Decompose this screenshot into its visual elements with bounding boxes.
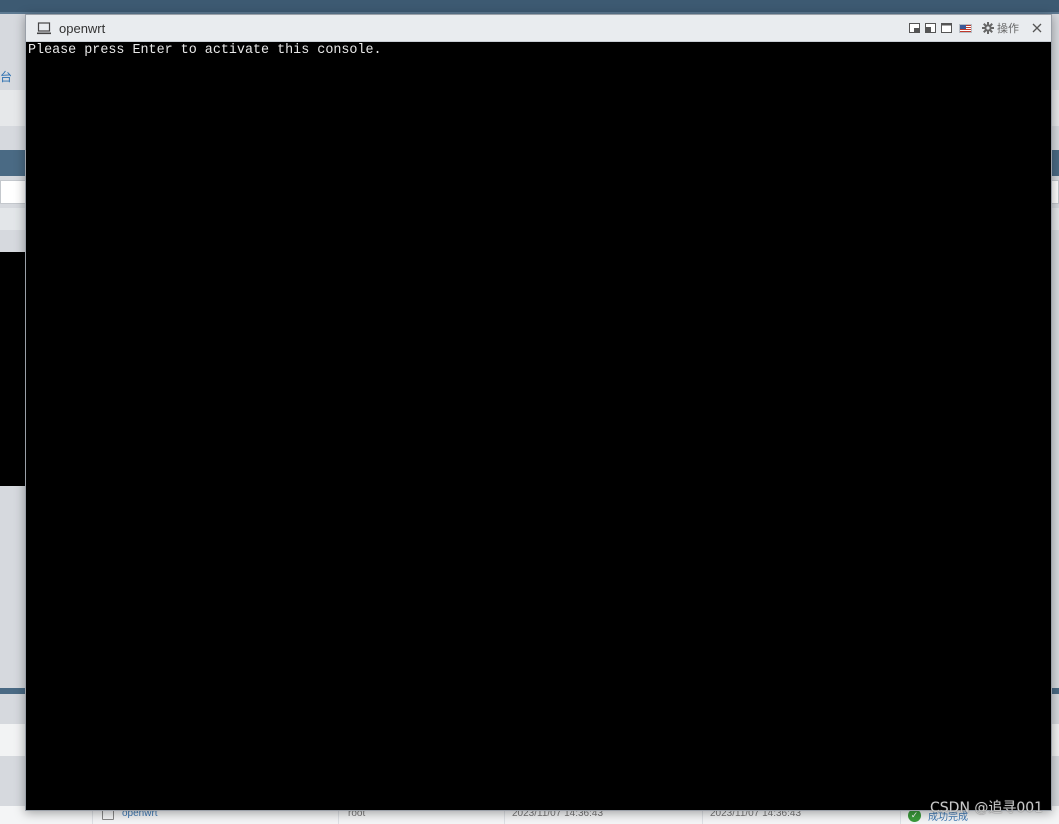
- actions-label: 操作: [997, 23, 1019, 35]
- maximize-button[interactable]: [940, 22, 952, 34]
- console-title: openwrt: [59, 21, 106, 36]
- console-terminal[interactable]: Please press Enter to activate this cons…: [27, 42, 1051, 810]
- csdn-watermark: CSDN @追寻001: [930, 800, 1044, 816]
- background-top-bar: [0, 0, 1059, 12]
- console-output-line: Please press Enter to activate this cons…: [28, 43, 382, 58]
- maximize-icon: [940, 23, 952, 33]
- pip-button[interactable]: [908, 22, 920, 34]
- console-window-controls: 操作: [908, 20, 1043, 36]
- close-icon[interactable]: [1031, 22, 1043, 34]
- restore-button[interactable]: [924, 22, 936, 34]
- console-title-bar[interactable]: openwrt 操作: [26, 15, 1051, 42]
- background-left-label: 台: [0, 70, 13, 84]
- background-console-preview: [0, 252, 27, 486]
- actions-menu-button[interactable]: 操作: [982, 20, 1019, 36]
- console-window: openwrt 操作 Please press Enter to activat…: [25, 14, 1052, 811]
- restore-icon: [924, 23, 936, 33]
- pip-icon: [908, 23, 920, 33]
- gear-icon: [982, 22, 994, 34]
- monitor-icon: [37, 22, 51, 35]
- us-flag-icon[interactable]: [959, 23, 972, 33]
